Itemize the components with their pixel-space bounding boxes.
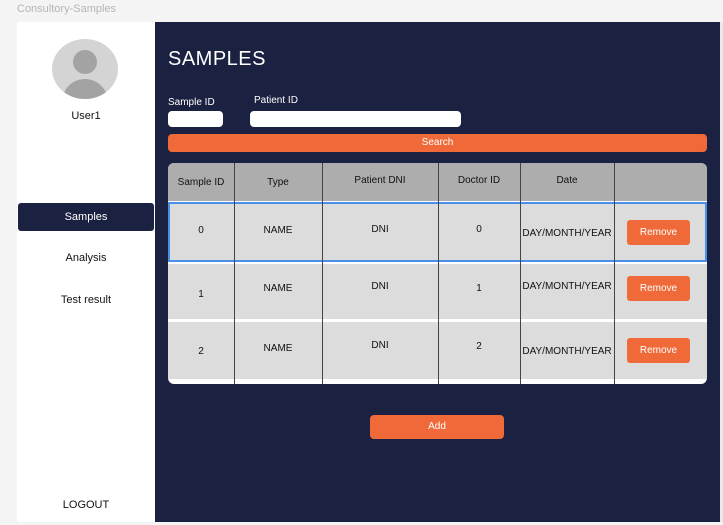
logout-button[interactable]: LOGOUT [17,499,155,511]
cell-patient-dni: DNI [371,340,389,351]
cell-type: NAME [263,343,293,354]
sidebar-item-analysis[interactable]: Analysis [18,244,154,272]
add-button[interactable]: Add [370,415,504,439]
cell-doctor-id: 1 [476,283,482,294]
sidebar-item-samples[interactable]: Samples [18,203,154,231]
remove-button[interactable]: Remove [627,276,690,301]
sidebar-item-test-result[interactable]: Test result [18,286,154,314]
header-date: Date [556,175,578,186]
column-divider [234,163,235,384]
cell-patient-dni: DNI [371,281,389,292]
patient-id-input[interactable] [250,111,461,127]
frame-title: Consultory-Samples [17,3,117,15]
column-divider [322,163,323,384]
remove-button[interactable]: Remove [627,338,690,363]
patient-id-label: Patient ID [254,95,298,106]
cell-date: DAY/MONTH/YEAR [522,281,612,292]
column-divider [520,163,521,384]
username: User1 [71,110,101,122]
cell-type: NAME [263,225,293,236]
avatar-head [73,50,97,74]
cell-type: NAME [263,283,293,294]
user-avatar-icon [52,39,118,99]
cell-patient-dni: DNI [371,224,389,235]
cell-doctor-id: 0 [476,224,482,235]
avatar-body [62,79,108,99]
search-button[interactable]: Search [168,134,707,152]
cell-doctor-id: 2 [476,341,482,352]
page-title: SAMPLES [168,48,266,70]
header-doctor-id: Doctor ID [457,175,501,186]
header-type: Type [267,177,289,188]
cell-sample-id: 0 [198,225,204,236]
sidebar: User1 Samples Analysis Test result LOGOU… [17,22,155,522]
cell-sample-id: 1 [198,289,204,300]
column-divider [438,163,439,384]
cell-sample-id: 2 [198,346,204,357]
column-divider [614,163,615,384]
cell-date: DAY/MONTH/YEAR [522,346,612,357]
sample-id-input[interactable] [168,111,223,127]
sample-id-label: Sample ID [168,97,215,108]
cell-date: DAY/MONTH/YEAR [522,228,612,239]
header-sample-id: Sample ID [177,177,225,188]
main-panel: SAMPLES Sample ID Patient ID Search Samp… [155,22,720,522]
header-patient-dni: Patient DNI [354,175,406,186]
remove-button[interactable]: Remove [627,220,690,245]
samples-table: Sample ID Type Patient DNI Doctor ID Dat… [168,163,707,384]
